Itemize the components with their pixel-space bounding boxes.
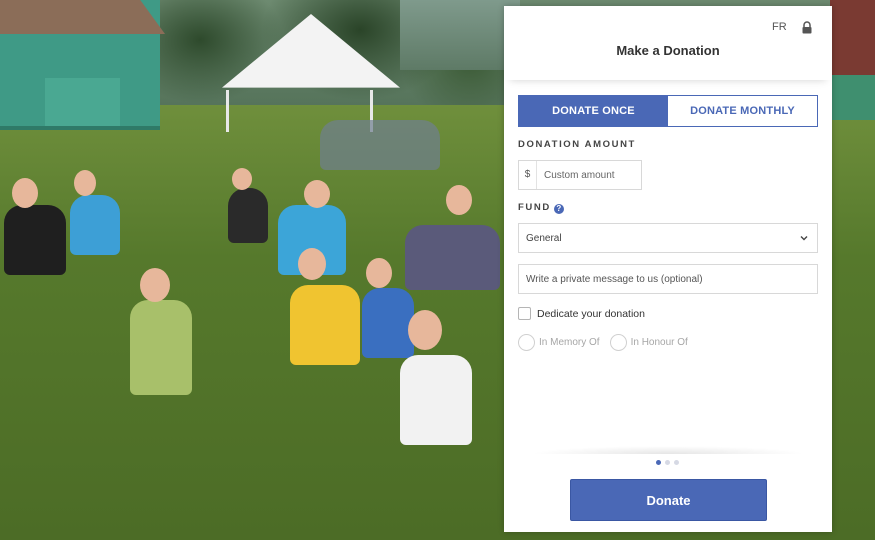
runner — [290, 285, 360, 365]
dedicate-checkbox[interactable] — [518, 307, 531, 320]
tent-leg — [226, 90, 229, 132]
runner-group — [320, 120, 440, 170]
fund-select[interactable]: General — [518, 223, 818, 253]
footer-divider — [504, 438, 832, 454]
mountain — [400, 0, 520, 70]
runner — [362, 288, 414, 358]
frequency-tabs: DONATE ONCE DONATE MONTHLY — [518, 95, 818, 127]
runner-head — [140, 268, 170, 302]
radio-in-memory-of[interactable] — [518, 334, 535, 351]
custom-amount-field: $ — [518, 160, 642, 190]
step-dot — [674, 460, 679, 465]
currency-symbol: $ — [519, 161, 537, 189]
dedicate-donation-row[interactable]: Dedicate your donation — [518, 307, 645, 320]
runner-head — [298, 248, 326, 280]
dedication-type-options: In Memory Of In Honour Of — [518, 334, 698, 351]
runner-head — [408, 310, 442, 350]
runner — [130, 300, 192, 395]
custom-amount-input[interactable] — [537, 169, 637, 181]
fund-label-row: FUND? — [518, 202, 564, 214]
donation-amount-label: DONATION AMOUNT — [518, 139, 636, 150]
form-title: Make a Donation — [616, 43, 720, 58]
shed-panel — [45, 78, 120, 126]
lock-icon — [802, 21, 812, 34]
green-annex — [832, 75, 875, 120]
runner-head — [304, 180, 330, 208]
fund-label: FUND — [518, 202, 551, 213]
dedicate-label: Dedicate your donation — [537, 307, 645, 320]
runner-head — [366, 258, 392, 288]
runner-head — [232, 168, 252, 190]
private-message-input[interactable] — [519, 265, 817, 293]
runner — [400, 355, 472, 445]
radio-in-honour-of[interactable] — [609, 334, 627, 351]
step-indicator — [656, 460, 679, 465]
tab-donate-once[interactable]: DONATE ONCE — [519, 96, 668, 126]
form-header: FR Make a Donation — [504, 6, 832, 80]
donation-form-panel: FR Make a Donation DONATE ONCE DONATE MO… — [504, 6, 832, 532]
chevron-down-icon — [800, 236, 808, 241]
private-message-field — [518, 264, 818, 294]
shed-roof — [0, 0, 165, 34]
runner-head — [12, 178, 38, 208]
step-dot — [665, 460, 670, 465]
language-toggle[interactable]: FR — [772, 21, 787, 33]
step-dot — [656, 460, 661, 465]
runner-head — [74, 170, 96, 196]
in-honour-of-label: In Honour Of — [630, 337, 688, 348]
runner — [70, 195, 120, 255]
fund-selected-value: General — [526, 232, 562, 244]
help-icon[interactable]: ? — [553, 204, 564, 214]
donate-button[interactable]: Donate — [570, 479, 767, 521]
runner — [405, 225, 500, 290]
runner — [4, 205, 66, 275]
runner — [228, 188, 268, 243]
tab-donate-monthly[interactable]: DONATE MONTHLY — [668, 96, 817, 126]
in-memory-of-label: In Memory Of — [539, 337, 600, 348]
runner-head — [446, 185, 472, 215]
